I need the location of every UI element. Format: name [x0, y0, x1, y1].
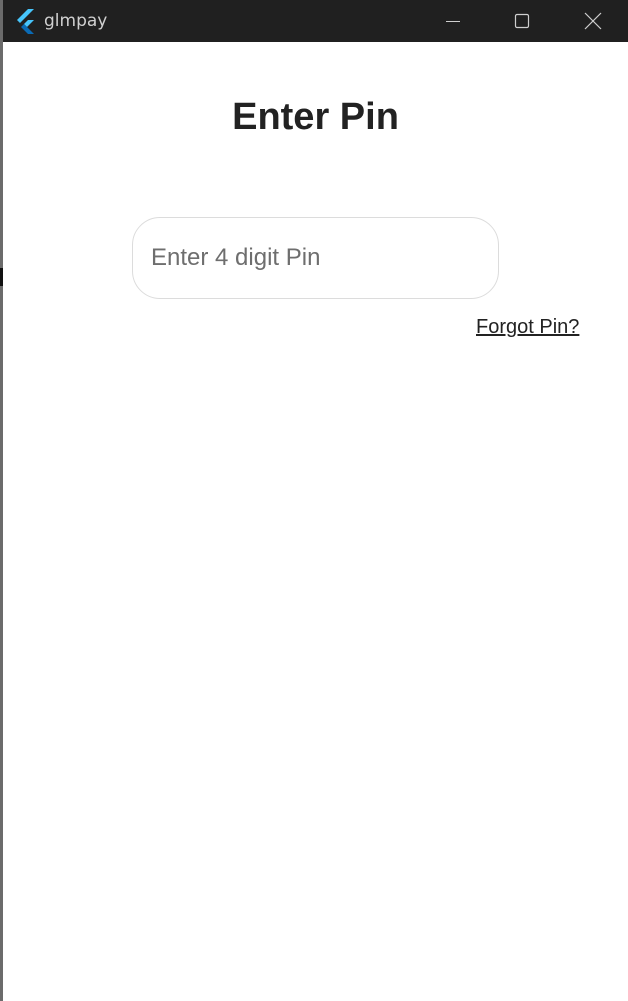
maximize-button[interactable] — [487, 0, 557, 42]
title-bar[interactable]: glmpay — [3, 0, 628, 42]
minimize-button[interactable] — [418, 0, 488, 42]
forgot-pin-link[interactable]: Forgot Pin? — [476, 314, 579, 340]
window-title: glmpay — [44, 11, 108, 31]
page-title: Enter Pin — [232, 96, 399, 138]
app-window: glmpay Enter Pin Forgot Pin? — [0, 0, 628, 1001]
close-button[interactable] — [558, 0, 628, 42]
flutter-logo-icon — [15, 8, 39, 34]
window-left-edge — [0, 0, 3, 1001]
maximize-icon — [514, 13, 530, 29]
window-edge-marker — [0, 268, 3, 286]
minimize-icon — [445, 13, 461, 29]
close-icon — [584, 12, 602, 30]
pin-input[interactable] — [132, 217, 499, 299]
